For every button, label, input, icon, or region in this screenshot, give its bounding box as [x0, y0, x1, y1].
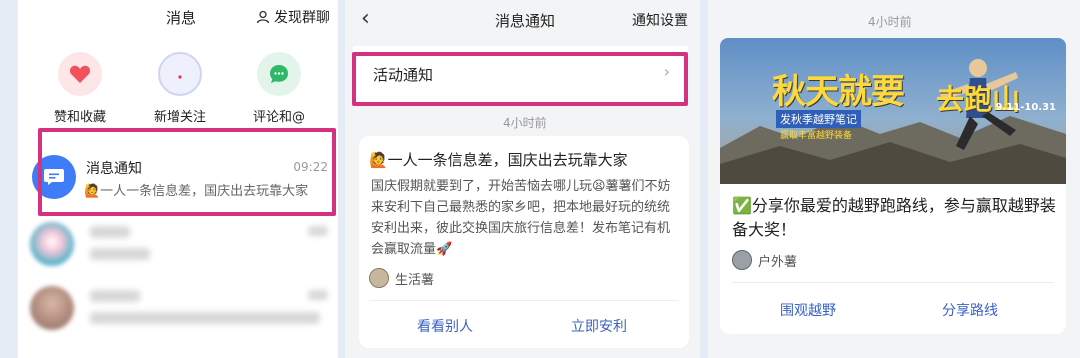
timestamp: 4小时前	[868, 15, 912, 29]
banner-title: 秋天就要	[772, 72, 905, 112]
source-avatar	[732, 250, 752, 270]
banner-subtitle: 发秋季越野笔记	[776, 110, 861, 128]
new-follower-icon	[178, 75, 182, 79]
watch-trail-button[interactable]: 围观越野	[780, 300, 836, 320]
divider	[369, 300, 679, 301]
likes-favorites-label: 赞和收藏	[53, 110, 106, 125]
avatar	[30, 222, 74, 266]
share-route-button[interactable]: 分享路线	[942, 300, 998, 320]
notification-settings-button[interactable]: 通知设置	[632, 10, 688, 30]
source-name: 生活薯	[395, 272, 435, 288]
person-icon	[256, 10, 270, 24]
messages-panel: 消息 发现群聊 赞和收藏 新增关注 评论和@ 消息通知 09:22 🙋一人一条信…	[18, 0, 338, 358]
list-item[interactable]	[18, 276, 338, 338]
activity-card[interactable]: 🙋一人一条信息差，国庆出去玩靠大家 国庆假期就要到了，开始苦恼去哪儿玩😫薯薯们不…	[359, 136, 689, 348]
likes-favorites-button[interactable]: 赞和收藏	[35, 52, 125, 125]
new-followers-button[interactable]: 新增关注	[135, 52, 225, 125]
page-title: 消息通知	[495, 12, 556, 30]
card-source[interactable]: 生活薯	[369, 268, 434, 288]
highlight-box	[38, 128, 336, 216]
divider	[732, 282, 1054, 283]
banner-date: 9.11-10.31	[995, 102, 1056, 113]
highlight-box	[352, 52, 688, 106]
comment-icon	[270, 65, 288, 83]
list-item[interactable]	[18, 214, 338, 276]
new-followers-label: 新增关注	[153, 110, 206, 125]
comments-mentions-label: 评论和@	[252, 110, 305, 125]
timestamp: 4小时前	[503, 116, 547, 130]
activity-feed-panel: 4小时前 秋天就要 去跑山 发秋季越野笔记 赢取丰富越野装备 9.11-10.3…	[708, 0, 1080, 358]
discover-groups-button[interactable]: 发现群聊	[256, 7, 330, 27]
heart-icon	[69, 65, 91, 83]
comments-mentions-button[interactable]: 评论和@	[234, 52, 324, 125]
banner-subtitle-2: 赢取丰富越野装备	[780, 131, 853, 141]
source-name: 户外薯	[758, 254, 798, 270]
avatar	[30, 286, 74, 330]
card-heading: 🙋一人一条信息差，国庆出去玩靠大家	[369, 151, 628, 169]
card-heading: ✅分享你最爱的越野跑路线，参与赢取越野装备大奖！	[732, 196, 1056, 239]
campaign-card[interactable]: ✅分享你最爱的越野跑路线，参与赢取越野装备大奖！ 户外薯 围观越野 分享路线	[720, 184, 1066, 334]
page-title: 消息	[166, 9, 197, 27]
card-source[interactable]: 户外薯	[732, 250, 797, 270]
discover-groups-label: 发现群聊	[274, 10, 330, 26]
campaign-banner-image[interactable]: 秋天就要 去跑山 发秋季越野笔记 赢取丰富越野装备 9.11-10.31	[720, 38, 1066, 184]
view-others-button[interactable]: 看看别人	[417, 316, 473, 336]
source-avatar	[369, 268, 389, 288]
messages-header: 消息 发现群聊	[18, 0, 338, 34]
card-body: 国庆假期就要到了，开始苦恼去哪儿玩😫薯薯们不妨来安利下自己最熟悉的家乡吧，把本地…	[371, 179, 671, 257]
notification-detail-panel: ‹ 消息通知 通知设置 活动通知 › 4小时前 🙋一人一条信息差，国庆出去玩靠大…	[345, 0, 700, 358]
recommend-now-button[interactable]: 立即安利	[571, 316, 627, 336]
back-chevron-icon[interactable]: ‹	[361, 6, 370, 31]
